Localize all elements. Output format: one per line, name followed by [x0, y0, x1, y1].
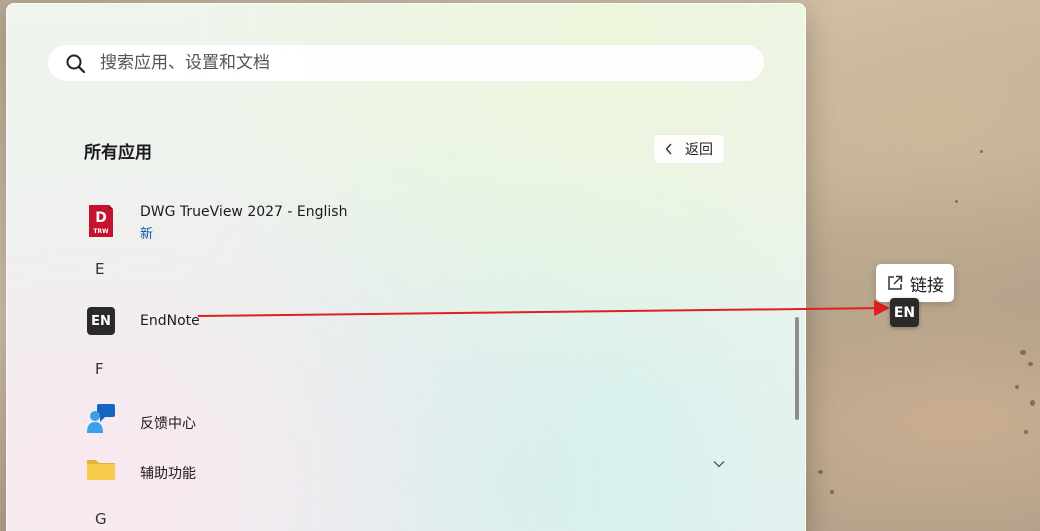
endnote-icon: EN	[87, 307, 115, 335]
letter-header-f[interactable]: F	[95, 360, 104, 378]
external-link-icon	[888, 275, 903, 290]
link-drop-tooltip: 链接	[876, 264, 954, 302]
search-icon	[66, 54, 86, 74]
back-button-label: 返回	[685, 142, 713, 158]
folder-icon	[87, 460, 115, 480]
app-item-feedback-hub[interactable]: 反馈中心	[83, 398, 763, 438]
chevron-left-icon	[665, 143, 672, 155]
dwg-trueview-icon: D TRW	[89, 205, 113, 237]
scrollbar-thumb[interactable]	[795, 317, 799, 420]
back-button[interactable]: 返回	[653, 134, 725, 164]
letter-header-g[interactable]: G	[95, 510, 107, 528]
search-box[interactable]	[47, 44, 765, 82]
app-item-endnote[interactable]: EN EndNote	[83, 298, 763, 338]
chevron-down-icon[interactable]	[713, 460, 725, 468]
dwg-icon-letter: D	[95, 210, 107, 226]
app-item-dwg-trueview[interactable]: D TRW DWG TrueView 2027 - English 新	[83, 201, 763, 242]
search-input[interactable]	[100, 45, 740, 81]
app-name: 辅助功能	[140, 466, 196, 482]
all-apps-title: 所有应用	[84, 143, 152, 163]
new-badge: 新	[140, 227, 154, 242]
feedback-hub-icon	[87, 404, 115, 433]
app-name: 反馈中心	[140, 416, 196, 432]
link-label: 链接	[910, 275, 944, 296]
endnote-drag-ghost-icon: EN	[890, 298, 919, 327]
app-item-accessibility-folder[interactable]: 辅助功能	[83, 448, 763, 488]
app-name: EndNote	[140, 313, 200, 329]
letter-header-e[interactable]: E	[95, 260, 104, 278]
dwg-icon-subtext: TRW	[93, 228, 109, 235]
start-menu-panel: 所有应用 返回 D TRW DWG TrueView 2027 - Englis…	[6, 3, 806, 531]
app-name: DWG TrueView 2027 - English	[140, 204, 348, 220]
